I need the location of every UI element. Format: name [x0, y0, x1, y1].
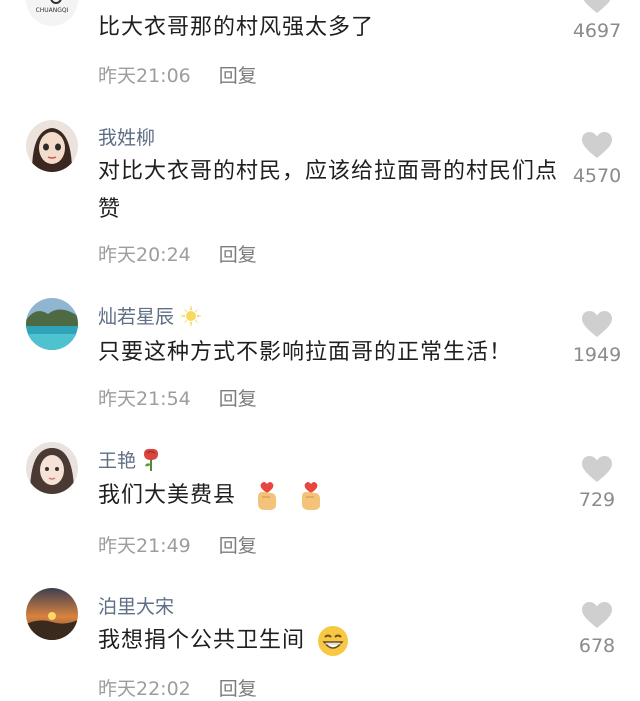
comment-meta: 昨天21:54 回复 [98, 384, 257, 411]
comment-text: 我们大美费县 [98, 477, 563, 515]
brand-logo-avatar: CHUANGQI [26, 0, 78, 26]
avatar[interactable] [26, 588, 78, 640]
avatar[interactable] [26, 298, 78, 350]
grinning-face-emoji-icon [318, 626, 349, 656]
comment-text: 只要这种方式不影响拉面哥的正常生活！ [98, 340, 513, 365]
heart-icon [582, 311, 612, 337]
like-button[interactable]: 729 [568, 455, 626, 511]
like-count: 678 [578, 635, 616, 657]
reply-button[interactable]: 回复 [219, 388, 257, 410]
comment-time: 昨天21:49 [98, 535, 191, 557]
like-button[interactable]: 1949 [568, 310, 626, 366]
like-count: 729 [578, 489, 616, 511]
avatar[interactable]: CHUANGQI [26, 0, 78, 26]
comment-username[interactable]: 灿若星辰 [98, 302, 203, 329]
comment-username[interactable]: 我姓柳 [98, 123, 155, 150]
avatar[interactable] [26, 442, 78, 494]
avatar-image [26, 120, 78, 172]
comment-time: 昨天20:24 [98, 244, 191, 266]
rose-emoji-icon [144, 448, 159, 471]
like-count: 1949 [572, 344, 622, 366]
reply-button[interactable]: 回复 [219, 535, 257, 557]
like-count: 4570 [572, 165, 622, 187]
avatar-image [26, 588, 78, 640]
finger-heart-emoji-icon [258, 482, 277, 510]
username-text: 我姓柳 [98, 127, 156, 149]
username-text: 灿若星辰 [98, 306, 175, 328]
avatar-image [26, 442, 78, 494]
avatar-logo-text: CHUANGQI [36, 7, 69, 14]
comment-text: 我想捐个公共卫生间 [98, 622, 563, 660]
comment-text-content: 我想捐个公共卫生间 [98, 628, 306, 653]
comment-username[interactable]: 王艳 [98, 446, 160, 473]
like-count: 4697 [572, 20, 622, 42]
comment-text-content: 我们大美费县 [98, 483, 237, 508]
comment-time: 昨天22:02 [98, 678, 191, 700]
username-text: 王艳 [98, 450, 137, 472]
comment-username[interactable]: 泊里大宋 [98, 592, 174, 619]
username-text: 泊里大宋 [98, 596, 175, 618]
reply-button[interactable]: 回复 [219, 244, 257, 266]
reply-button[interactable]: 回复 [219, 678, 257, 700]
finger-heart-emoji-icon [302, 482, 321, 510]
avatar[interactable] [26, 120, 78, 172]
like-button[interactable]: 678 [568, 601, 626, 657]
heart-icon [583, 0, 611, 13]
comment-meta: 昨天21:49 回复 [98, 531, 257, 558]
heart-icon [582, 602, 612, 628]
comment-meta: 昨天22:02 回复 [98, 674, 257, 701]
heart-icon [582, 456, 612, 482]
sun-emoji-icon [180, 304, 203, 327]
reply-button[interactable]: 回复 [219, 65, 257, 87]
comment-text: 比大衣哥那的村风强太多了 [98, 15, 375, 40]
comment-meta: 昨天20:24 回复 [98, 240, 257, 267]
like-button[interactable]: 4570 [568, 131, 626, 187]
like-button[interactable]: 4697 [568, 0, 626, 42]
comment-meta: 昨天21:06 回复 [98, 61, 257, 88]
comment-text: 对比大衣哥的村民，应该给拉面哥的村民们点赞 [98, 159, 559, 222]
comment-time: 昨天21:54 [98, 388, 191, 410]
comment-time: 昨天21:06 [98, 65, 191, 87]
avatar-image [26, 298, 78, 350]
heart-icon [582, 132, 612, 158]
